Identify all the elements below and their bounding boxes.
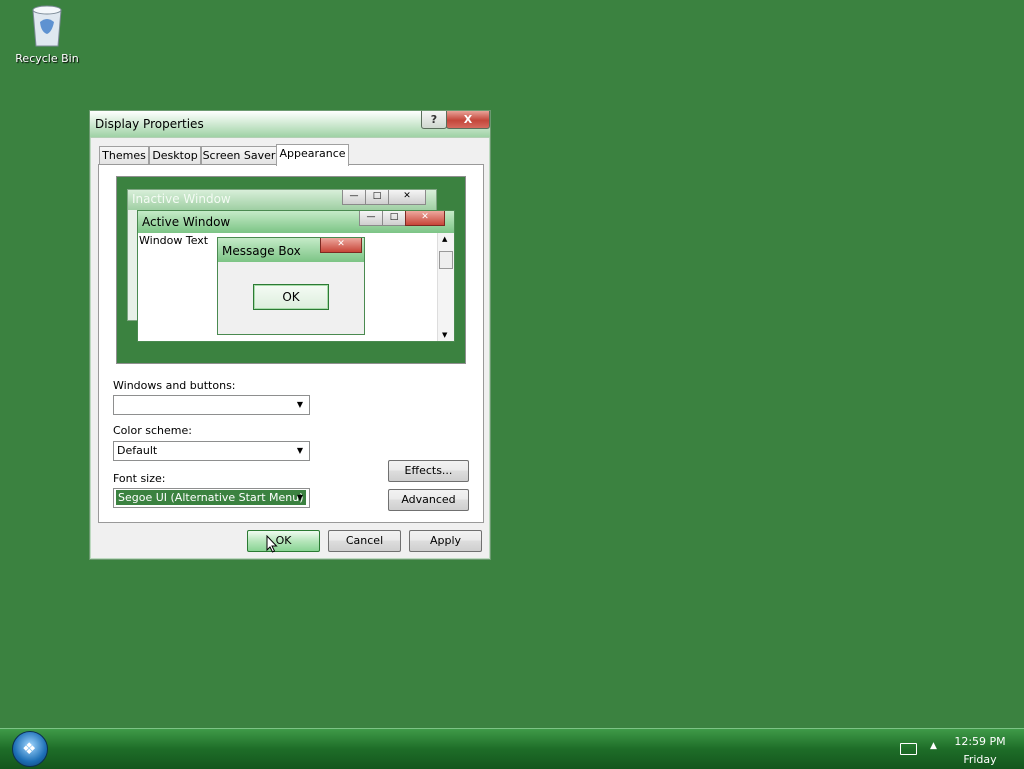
font-size-select[interactable]: Segoe UI (Alternative Start Menu) ▼ [113,488,310,508]
scroll-down-icon: ▼ [442,331,448,339]
recycle-bin-desktop-icon[interactable]: Recycle Bin [14,4,80,65]
chevron-down-icon: ▼ [296,446,304,455]
dialog-title: Display Properties [95,117,204,131]
scroll-up-icon: ▲ [442,235,448,243]
taskbar: ❖ ▲ 12:59 PM Friday [0,728,1024,769]
font-size-value: Segoe UI (Alternative Start Menu) [116,490,306,505]
clock-time: 12:59 PM [954,735,1006,748]
clock[interactable]: 12:59 PM Friday [940,733,1020,769]
color-scheme-label: Color scheme: [113,424,192,437]
preview-maximize-icon: □ [365,190,389,205]
preview-active-maximize-icon: □ [382,211,406,226]
appearance-preview: Inactive Window — □ ✕ Active Window — □ … [116,176,466,364]
tab-appearance[interactable]: Appearance [276,144,349,166]
start-button[interactable]: ❖ [12,731,48,767]
close-icon: X [463,113,473,126]
effects-button[interactable]: Effects... [388,460,469,482]
mouse-cursor-icon [266,534,278,556]
scroll-thumb [439,251,453,269]
preview-active-close-icon: ✕ [405,211,445,226]
show-hidden-icons-icon[interactable]: ▲ [930,741,937,751]
preview-message-ok: OK [253,284,329,310]
tab-desktop[interactable]: Desktop [149,146,201,165]
preview-window-text: Window Text [139,234,209,247]
help-button[interactable]: ? [421,111,447,129]
chevron-down-icon: ▼ [296,400,304,409]
windows-buttons-label: Windows and buttons: [113,379,236,392]
preview-minimize-icon: — [342,190,366,205]
preview-message-box: Message Box ✕ OK [217,237,365,335]
preview-close-icon: ✕ [388,190,426,205]
windows-logo-icon: ❖ [22,739,37,758]
preview-scrollbar: ▲ ▼ [437,233,454,341]
apply-button[interactable]: Apply [409,530,482,552]
preview-inactive-title: Inactive Window [132,192,231,206]
advanced-button[interactable]: Advanced [388,489,469,511]
clock-day: Friday [963,753,997,766]
recycle-bin-label: Recycle Bin [15,52,79,65]
font-size-label: Font size: [113,472,166,485]
tab-screen-saver[interactable]: Screen Saver [201,146,277,165]
preview-active-title: Active Window [142,215,231,229]
close-button[interactable]: X [446,111,490,129]
preview-message-box-title: Message Box [222,244,301,258]
dialog-titlebar[interactable]: Display Properties ? X [90,111,490,138]
chevron-down-icon: ▼ [296,493,304,502]
tab-themes[interactable]: Themes [99,146,149,165]
display-properties-dialog: Display Properties ? X Themes Desktop Sc… [89,110,491,560]
preview-message-close-icon: ✕ [320,238,362,253]
color-scheme-value: Default [117,444,158,457]
recycle-bin-icon [29,4,65,47]
ok-button[interactable]: OK [247,530,320,552]
preview-active-minimize-icon: — [359,211,383,226]
cancel-button[interactable]: Cancel [328,530,401,552]
keyboard-icon[interactable] [900,743,917,755]
windows-buttons-select[interactable]: ▼ [113,395,310,415]
appearance-panel: Inactive Window — □ ✕ Active Window — □ … [98,164,484,523]
color-scheme-select[interactable]: Default ▼ [113,441,310,461]
